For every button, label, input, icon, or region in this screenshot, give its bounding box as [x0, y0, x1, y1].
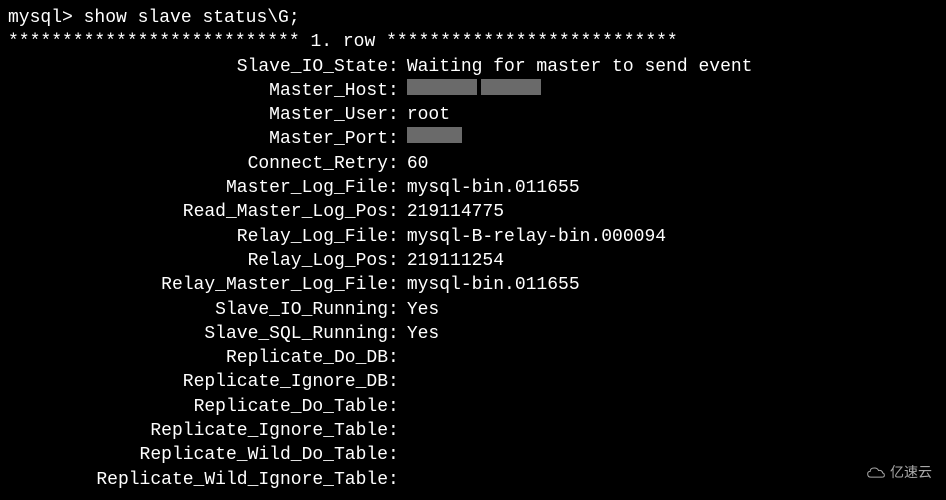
- cloud-icon: [866, 466, 886, 480]
- separator-right: ***************************: [386, 32, 678, 52]
- status-value: mysql-bin.011655: [401, 273, 580, 297]
- status-row: Replicate_Wild_Ignore_Table:: [8, 468, 938, 492]
- status-colon: :: [388, 322, 401, 346]
- status-key: Slave_IO_State: [8, 55, 388, 79]
- status-row: Master_Host:: [8, 79, 938, 103]
- status-colon: :: [388, 298, 401, 322]
- mysql-prompt: mysql>: [8, 8, 84, 28]
- status-colon: :: [388, 127, 401, 151]
- watermark-text: 亿速云: [890, 463, 932, 482]
- status-value: root: [401, 103, 450, 127]
- status-colon: :: [388, 468, 401, 492]
- status-colon: :: [388, 346, 401, 370]
- status-row: Relay_Log_File:mysql-B-relay-bin.000094: [8, 225, 938, 249]
- status-colon: :: [388, 273, 401, 297]
- status-key: Master_Log_File: [8, 176, 388, 200]
- status-key: Replicate_Do_Table: [8, 395, 388, 419]
- status-value: [401, 370, 407, 394]
- status-key: Relay_Log_File: [8, 225, 388, 249]
- status-key: Master_User: [8, 103, 388, 127]
- status-key: Relay_Log_Pos: [8, 249, 388, 273]
- status-value: Yes: [401, 322, 439, 346]
- status-key: Read_Master_Log_Pos: [8, 200, 388, 224]
- status-key: Master_Port: [8, 127, 388, 151]
- status-colon: :: [388, 103, 401, 127]
- status-row: Replicate_Do_Table:: [8, 395, 938, 419]
- status-row: Slave_IO_State:Waiting for master to sen…: [8, 55, 938, 79]
- redacted-value: [407, 79, 477, 95]
- status-key: Replicate_Wild_Do_Table: [8, 443, 388, 467]
- status-key: Replicate_Ignore_Table: [8, 419, 388, 443]
- status-key: Slave_SQL_Running: [8, 322, 388, 346]
- status-colon: :: [388, 152, 401, 176]
- status-output: Slave_IO_State:Waiting for master to sen…: [8, 55, 938, 492]
- status-row: Replicate_Wild_Do_Table:: [8, 443, 938, 467]
- status-row: Replicate_Ignore_Table:: [8, 419, 938, 443]
- row-separator: *************************** 1. row *****…: [8, 30, 938, 54]
- status-colon: :: [388, 370, 401, 394]
- status-row: Replicate_Ignore_DB:: [8, 370, 938, 394]
- status-colon: :: [388, 200, 401, 224]
- status-colon: :: [388, 79, 401, 103]
- status-colon: :: [388, 249, 401, 273]
- status-row: Slave_SQL_Running:Yes: [8, 322, 938, 346]
- status-key: Relay_Master_Log_File: [8, 273, 388, 297]
- status-value: Waiting for master to send event: [401, 55, 753, 79]
- status-value: mysql-B-relay-bin.000094: [401, 225, 666, 249]
- status-value: [401, 346, 407, 370]
- status-key: Replicate_Wild_Ignore_Table: [8, 468, 388, 492]
- status-row: Master_Log_File:mysql-bin.011655: [8, 176, 938, 200]
- watermark: 亿速云: [866, 463, 932, 482]
- status-row: Slave_IO_Running:Yes: [8, 298, 938, 322]
- separator-left: ***************************: [8, 32, 310, 52]
- status-key: Slave_IO_Running: [8, 298, 388, 322]
- status-row: Relay_Log_Pos:219111254: [8, 249, 938, 273]
- redacted-value: [481, 79, 541, 95]
- row-label: 1. row: [310, 32, 386, 52]
- status-colon: :: [388, 443, 401, 467]
- status-row: Read_Master_Log_Pos:219114775: [8, 200, 938, 224]
- status-colon: :: [388, 225, 401, 249]
- status-row: Master_User:root: [8, 103, 938, 127]
- status-value: [401, 468, 407, 492]
- status-row: Replicate_Do_DB:: [8, 346, 938, 370]
- status-value: mysql-bin.011655: [401, 176, 580, 200]
- command-text: show slave status\G;: [84, 8, 300, 28]
- status-key: Master_Host: [8, 79, 388, 103]
- status-row: Connect_Retry:60: [8, 152, 938, 176]
- status-value: [401, 419, 407, 443]
- status-value: 219114775: [401, 200, 504, 224]
- status-row: Relay_Master_Log_File:mysql-bin.011655: [8, 273, 938, 297]
- status-colon: :: [388, 395, 401, 419]
- status-row: Master_Port:: [8, 127, 938, 151]
- command-line: mysql> show slave status\G;: [8, 6, 938, 30]
- status-value: 60: [401, 152, 429, 176]
- status-colon: :: [388, 176, 401, 200]
- status-value: [401, 395, 407, 419]
- status-value: Yes: [401, 298, 439, 322]
- status-key: Connect_Retry: [8, 152, 388, 176]
- status-colon: :: [388, 419, 401, 443]
- redacted-value: [407, 127, 462, 143]
- status-colon: :: [388, 55, 401, 79]
- status-value: [401, 443, 407, 467]
- status-key: Replicate_Do_DB: [8, 346, 388, 370]
- status-key: Replicate_Ignore_DB: [8, 370, 388, 394]
- status-value: 219111254: [401, 249, 504, 273]
